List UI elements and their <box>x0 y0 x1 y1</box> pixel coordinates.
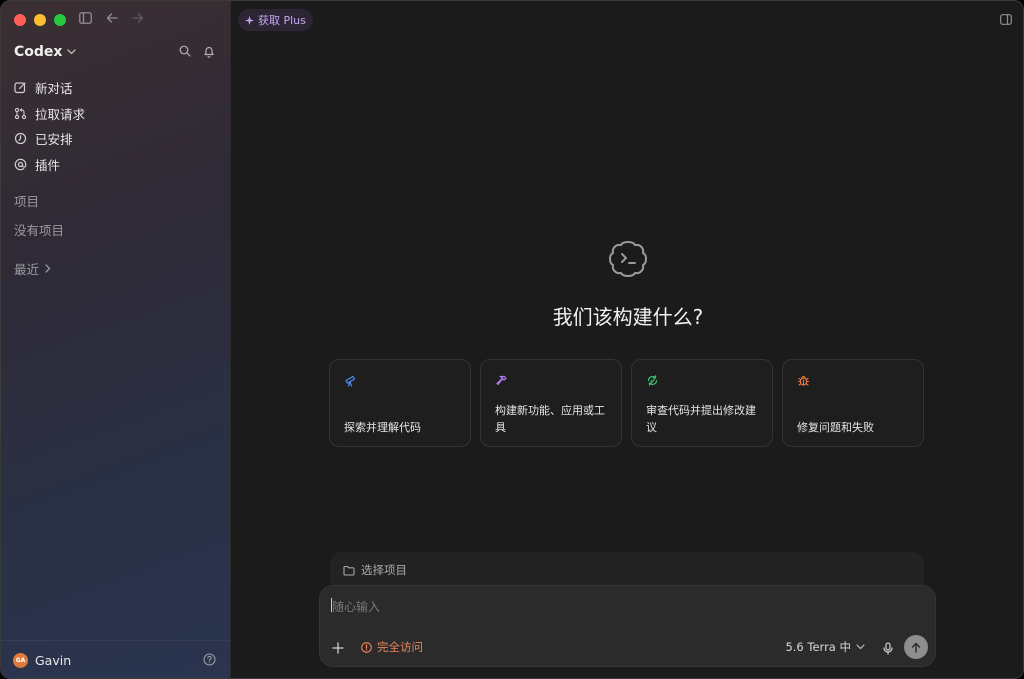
recent-section-toggle[interactable]: 最近 <box>14 259 51 278</box>
suggestion-card-label: 探索并理解代码 <box>344 421 421 434</box>
sidebar: Codex 新对话 拉取请求 已安排 插件 项目 没有项目 最近 GA Gavi… <box>1 1 231 678</box>
warning-icon <box>361 641 372 653</box>
folder-icon <box>343 565 355 576</box>
access-level-button[interactable]: 完全访问 <box>361 639 423 655</box>
help-icon[interactable] <box>203 653 216 666</box>
bell-icon[interactable] <box>203 45 215 58</box>
page-title: 我们该构建什么? <box>552 305 704 329</box>
suggestion-card-label: 修复问题和失败 <box>797 421 874 434</box>
suggestion-card-review[interactable]: 审查代码并提出修改建议 <box>631 359 773 447</box>
close-window-button[interactable] <box>14 14 26 26</box>
brand-name: Codex <box>14 44 63 60</box>
model-label: 5.6 Terra 中 <box>785 640 851 654</box>
sidebar-item-scheduled[interactable]: 已安排 <box>14 126 219 152</box>
suggestion-card-label: 审查代码并提出修改建议 <box>646 404 756 434</box>
arrow-up-icon <box>911 642 921 653</box>
window-controls <box>14 14 66 26</box>
forward-arrow-icon[interactable] <box>132 12 144 24</box>
chevron-down-icon <box>67 49 77 55</box>
bug-icon <box>797 376 810 386</box>
sidebar-item-label: 插件 <box>35 157 61 173</box>
clock-icon <box>14 133 27 145</box>
suggestion-card-fix[interactable]: 修复问题和失败 <box>782 359 924 447</box>
suggestion-card-build[interactable]: 构建新功能、应用或工具 <box>480 359 622 447</box>
sidebar-item-new-chat[interactable]: 新对话 <box>14 75 219 101</box>
search-icon[interactable] <box>179 45 191 57</box>
minimize-window-button[interactable] <box>34 14 46 26</box>
sidebar-item-label: 已安排 <box>35 132 73 148</box>
panel-toggle-icon[interactable] <box>1000 14 1012 25</box>
sidebar-footer: GA Gavin <box>1 640 230 678</box>
back-arrow-icon[interactable] <box>106 12 118 24</box>
main-panel: 获取 Plus 我们该构建什么? 探索并理解代码 构建新功能、应用或工具 审查代… <box>231 1 1023 678</box>
sidebar-toggle-icon[interactable] <box>79 12 92 24</box>
prompt-input[interactable]: 随心输入 <box>332 598 380 615</box>
sidebar-item-label: 新对话 <box>35 81 73 97</box>
telescope-icon <box>345 375 356 387</box>
chevron-right-icon <box>45 264 51 273</box>
get-plus-button[interactable]: 获取 Plus <box>238 9 313 31</box>
sidebar-nav: 新对话 拉取请求 已安排 插件 <box>14 75 219 177</box>
recent-heading: 最近 <box>14 262 40 277</box>
pull-request-icon <box>14 107 27 119</box>
maximize-window-button[interactable] <box>54 14 66 26</box>
review-icon <box>647 375 658 386</box>
sidebar-item-plugins[interactable]: 插件 <box>14 152 219 178</box>
toolbar <box>79 12 144 24</box>
compose-icon <box>14 82 26 94</box>
at-icon <box>14 158 27 171</box>
send-button[interactable] <box>904 635 928 659</box>
no-projects-text: 没有项目 <box>14 223 65 238</box>
get-plus-label: 获取 Plus <box>258 14 306 27</box>
workspace-switcher[interactable]: Codex <box>14 44 77 60</box>
project-selector-content: 选择项目 <box>343 562 407 578</box>
suggestion-card-explore[interactable]: 探索并理解代码 <box>329 359 471 447</box>
suggestion-card-label: 构建新功能、应用或工具 <box>495 404 605 434</box>
app-window: Codex 新对话 拉取请求 已安排 插件 项目 没有项目 最近 GA Gavi… <box>0 0 1024 679</box>
sidebar-item-label: 拉取请求 <box>35 106 86 122</box>
project-selector-label: 选择项目 <box>361 563 407 577</box>
user-name[interactable]: Gavin <box>35 653 71 668</box>
codex-cloud-icon <box>609 241 647 277</box>
composer: 随心输入 完全访问 5.6 Terra 中 <box>319 585 936 667</box>
model-selector[interactable]: 5.6 Terra 中 <box>785 639 865 655</box>
microphone-icon[interactable] <box>883 642 893 655</box>
projects-heading: 项目 <box>14 194 40 209</box>
access-level-label: 完全访问 <box>377 640 423 654</box>
hammer-icon <box>496 375 507 386</box>
add-attachment-icon[interactable] <box>332 642 344 654</box>
sidebar-actions <box>179 45 215 58</box>
sparkle-icon <box>245 15 254 25</box>
suggestion-cards: 探索并理解代码 构建新功能、应用或工具 审查代码并提出修改建议 修复问题和失败 <box>329 359 924 447</box>
sidebar-item-pull-requests[interactable]: 拉取请求 <box>14 101 219 127</box>
chevron-down-icon <box>856 644 865 650</box>
avatar[interactable]: GA <box>13 653 28 668</box>
